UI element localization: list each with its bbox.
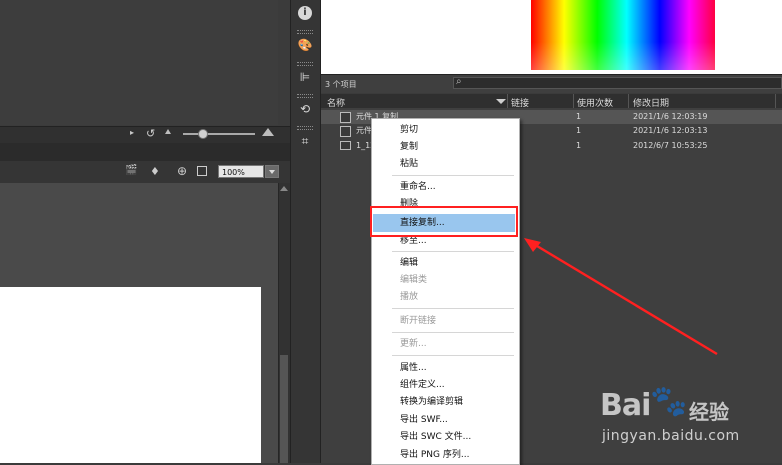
dock-grip[interactable] [297, 94, 313, 98]
watermark-url: jingyan.baidu.com [602, 428, 740, 444]
zoom-out-mountain-icon[interactable] [165, 129, 171, 134]
transform-icon[interactable]: ⟲ [296, 102, 314, 116]
row-modified: 2021/1/6 12:03:19 [633, 112, 708, 121]
menu-item-cut[interactable]: 剪切 [400, 124, 418, 136]
menu-item-convert-to-compiled-clip[interactable]: 转换为编译剪辑 [400, 396, 463, 408]
search-icon: ⌕ [456, 76, 462, 87]
movieclip-icon [340, 126, 351, 137]
stage-canvas[interactable] [0, 287, 261, 463]
annotation-arrow [524, 238, 718, 356]
zoom-input[interactable]: 100% [218, 165, 264, 178]
scene-clapper-icon[interactable]: 🎬 [125, 166, 139, 176]
menu-item-break-link[interactable]: 断开链接 [400, 315, 436, 327]
loop-icon[interactable]: ↺ [146, 127, 155, 140]
paw-icon: 🐾 [650, 384, 688, 419]
free-transform-icon[interactable]: ⌗ [296, 134, 314, 148]
divider [775, 94, 776, 108]
item-count: 3 个项目 [325, 80, 357, 89]
menu-item-export-png[interactable]: 导出 PNG 序列... [400, 449, 469, 461]
menu-item-paste[interactable]: 粘贴 [400, 158, 418, 170]
zoom-in-mountain-icon[interactable] [262, 128, 274, 136]
annotation-highlight-box [370, 206, 518, 237]
menu-item-copy[interactable]: 复制 [400, 141, 418, 153]
divider [392, 332, 514, 333]
menu-item-play[interactable]: 播放 [400, 291, 418, 303]
context-menu [371, 118, 520, 465]
center-stage-icon[interactable]: ⊕ [177, 164, 187, 178]
divider [507, 94, 508, 108]
edit-symbols-icon[interactable]: ♦ [150, 165, 160, 178]
clip-stage-icon[interactable] [197, 166, 207, 176]
timeline-strip [0, 126, 290, 144]
menu-item-edit[interactable]: 编辑 [400, 257, 418, 269]
menu-item-properties[interactable]: 属性... [400, 362, 427, 374]
info-icon[interactable]: i [298, 6, 312, 20]
sort-down-icon[interactable] [496, 99, 506, 104]
dock-grip[interactable] [297, 62, 313, 66]
divider [628, 94, 629, 108]
row-use-count: 1 [576, 112, 582, 121]
row-modified: 2021/1/6 12:03:13 [633, 126, 708, 135]
bitmap-icon [340, 141, 351, 150]
timeline-zoom-slider[interactable] [183, 133, 255, 135]
row-modified: 2012/6/7 10:53:25 [633, 141, 708, 150]
movieclip-icon [340, 112, 351, 123]
preview-image [531, 0, 715, 70]
library-header-row [321, 94, 782, 109]
zoom-dropdown-icon[interactable] [265, 165, 279, 178]
stage-tab-bar [0, 143, 290, 161]
play-icon[interactable]: ▸ [130, 129, 136, 137]
menu-item-export-swf[interactable]: 导出 SWF... [400, 414, 448, 426]
scrollbar-thumb[interactable] [280, 355, 288, 463]
divider [573, 94, 574, 108]
stage-top-panel [0, 0, 278, 125]
divider [392, 308, 514, 309]
row-name: 元件 [356, 126, 372, 135]
library-search-input[interactable] [453, 77, 782, 89]
row-use-count: 1 [576, 141, 582, 150]
menu-item-update[interactable]: 更新... [400, 338, 427, 350]
divider [392, 175, 514, 176]
menu-item-export-swc[interactable]: 导出 SWC 文件... [400, 431, 471, 443]
align-icon[interactable]: ⊫ [296, 70, 314, 84]
dock-grip[interactable] [297, 126, 313, 130]
menu-item-rename[interactable]: 重命名... [400, 181, 436, 193]
dock-grip[interactable] [297, 30, 313, 34]
timeline-zoom-slider-knob[interactable] [198, 129, 208, 139]
menu-item-edit-class[interactable]: 编辑类 [400, 274, 427, 286]
menu-item-component-definition[interactable]: 组件定义... [400, 379, 445, 391]
divider [392, 251, 514, 252]
scroll-up-icon[interactable] [280, 186, 288, 191]
watermark-product: 经验 [689, 400, 729, 424]
watermark-logo: Bai [600, 388, 651, 423]
divider [392, 355, 514, 356]
swatches-icon[interactable]: 🎨 [296, 38, 314, 52]
row-use-count: 1 [576, 126, 582, 135]
